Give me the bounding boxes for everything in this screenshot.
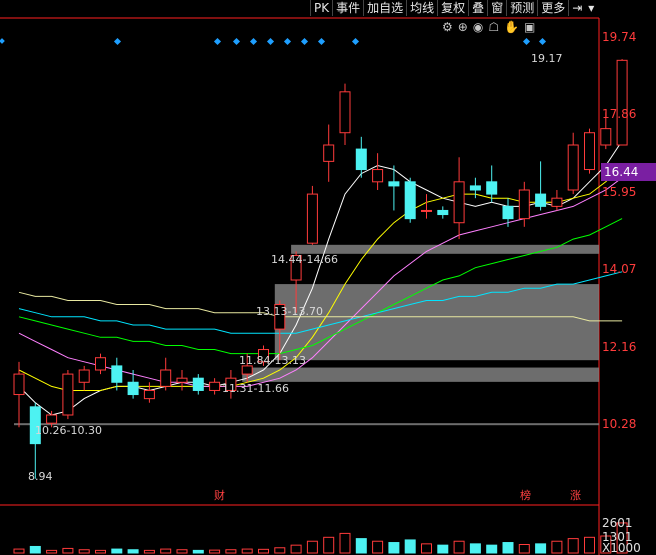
volume-bar xyxy=(127,549,139,554)
gap-label: 10.26-10.30 xyxy=(35,424,102,437)
volume-bar xyxy=(46,549,58,554)
volume-bar xyxy=(372,540,384,554)
volume-bar xyxy=(486,544,498,554)
volume-bar xyxy=(241,548,253,554)
candlestick[interactable] xyxy=(306,185,318,245)
volume-bar xyxy=(518,544,530,554)
price-tick: 14.07 xyxy=(602,262,637,276)
price-tick: 10.28 xyxy=(602,417,637,431)
lock-icon[interactable]: ☖ xyxy=(488,20,499,34)
gap-label: 14.44-14.66 xyxy=(271,253,338,266)
volume-bar xyxy=(290,544,302,554)
price-gap-band xyxy=(274,284,599,361)
kline-chart[interactable] xyxy=(0,0,656,555)
chart-tools: ⚙ ⊕ ◉ ☖ ✋ ▣ xyxy=(442,19,535,35)
zoom-icon[interactable]: ⊕ xyxy=(458,20,468,34)
candlestick[interactable] xyxy=(62,370,74,420)
volume-bar xyxy=(339,532,351,554)
volume-bar xyxy=(78,549,90,554)
price-tick: 17.86 xyxy=(602,107,637,121)
volume-bar xyxy=(13,548,25,554)
volume-bar xyxy=(258,548,269,554)
eye-icon[interactable]: ◉ xyxy=(473,20,483,34)
low-price-label: 8.94 xyxy=(28,470,53,483)
volume-bar xyxy=(535,543,547,554)
volume-bar xyxy=(176,549,188,554)
add-watchlist-button[interactable]: 加自选 xyxy=(364,0,408,16)
volume-bar xyxy=(143,549,155,554)
volume-bar xyxy=(404,539,416,554)
moving-average-button[interactable]: 均线 xyxy=(407,0,439,16)
volume-bar xyxy=(323,536,335,554)
pk-button[interactable]: PK xyxy=(310,0,334,16)
volume-bar xyxy=(29,545,41,554)
candlestick[interactable] xyxy=(616,59,628,146)
window-button[interactable]: 窗 xyxy=(488,0,508,16)
volume-bar xyxy=(551,540,563,554)
volume-bar xyxy=(502,542,514,554)
settings-icon[interactable]: ⚙ xyxy=(442,20,453,34)
gap-label: 11.84-13.13 xyxy=(239,354,306,367)
gap-label: 11.31-11.66 xyxy=(222,382,289,395)
volume-bar xyxy=(95,549,106,554)
volume-bar xyxy=(111,548,123,554)
hand-icon[interactable]: ✋ xyxy=(504,20,519,34)
volume-bar xyxy=(62,547,74,554)
volume-bar xyxy=(306,540,318,554)
volume-bar xyxy=(388,542,400,554)
events-button[interactable]: 事件 xyxy=(333,0,365,16)
toolbar: PK 事件 加自选 均线 复权 叠 窗 预测 更多 ⇥ ▾ xyxy=(310,0,598,16)
volume-bar xyxy=(421,543,432,554)
volume-bar xyxy=(160,548,172,554)
volume-bar xyxy=(453,540,465,554)
volume-bar xyxy=(225,549,237,554)
gap-label: 13.13-13.70 xyxy=(256,305,323,318)
candlestick[interactable] xyxy=(404,177,416,223)
chevron-down-icon[interactable]: ▾ xyxy=(585,0,597,16)
volume-bar xyxy=(274,547,286,554)
volume-tick: 2601 xyxy=(602,516,633,530)
volume-bar xyxy=(437,544,449,554)
volume-bar xyxy=(209,549,221,554)
volume-bar xyxy=(192,549,204,554)
candlestick[interactable] xyxy=(584,128,595,174)
gift-icon[interactable]: ▣ xyxy=(524,20,535,34)
overlay-button[interactable]: 叠 xyxy=(469,0,489,16)
volume-bar xyxy=(355,538,367,554)
volume-bar xyxy=(584,536,595,554)
forecast-button[interactable]: 预测 xyxy=(507,0,539,16)
more-button[interactable]: 更多 xyxy=(538,0,570,16)
event-marker-finance[interactable]: 财 xyxy=(214,487,225,503)
event-marker-list[interactable]: 榜 xyxy=(520,487,531,503)
volume-unit: X1000 xyxy=(602,541,641,555)
current-price-badge: 16.44 xyxy=(601,163,656,181)
volume-bar xyxy=(567,538,579,554)
volume-bar xyxy=(469,543,481,554)
price-tick: 19.74 xyxy=(602,30,637,44)
high-price-label: 19.17 xyxy=(531,52,563,65)
pin-right-icon[interactable]: ⇥ xyxy=(569,0,585,16)
price-tick: 12.16 xyxy=(602,340,637,354)
price-tick: 15.95 xyxy=(602,185,637,199)
event-marker-rise[interactable]: 涨 xyxy=(570,487,581,503)
adjust-button[interactable]: 复权 xyxy=(438,0,470,16)
